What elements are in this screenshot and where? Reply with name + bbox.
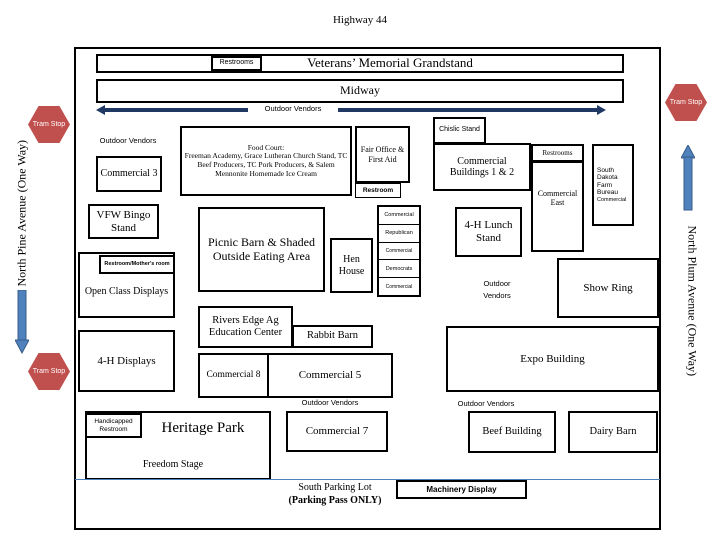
grandstand-restrooms[interactable]: Restrooms xyxy=(211,56,262,71)
parking-divider xyxy=(75,479,660,480)
arrow-down-icon xyxy=(15,290,29,354)
outdoor-vendors-southeast: Outdoor Vendors xyxy=(457,399,515,408)
tram-stop-nw[interactable]: Tram Stop xyxy=(28,106,70,143)
food-court[interactable]: Food Court: Freeman Academy, Grace Luther… xyxy=(180,126,352,196)
sd-farm-bureau[interactable]: South Dakota Farm Bureau Commercial xyxy=(592,144,634,226)
map-title: Highway 44 xyxy=(332,14,388,26)
grandstand[interactable]: Veterans’ Memorial Grandstand xyxy=(96,54,624,73)
outdoor-vendors-top-label: Outdoor Vendors xyxy=(248,104,338,113)
dairy-barn[interactable]: Dairy Barn xyxy=(568,411,658,453)
chislic-stand[interactable]: Chislic Stand xyxy=(433,117,486,144)
north-plum-avenue-label: North Plum Avenue (One Way) xyxy=(685,225,700,377)
outdoor-vendors-arrow xyxy=(96,105,606,115)
commercial-5[interactable]: Commercial 5 xyxy=(267,353,393,398)
commercial-east[interactable]: Commercial East xyxy=(531,161,584,252)
sd-farm-bureau-sub: Commercial xyxy=(597,196,627,203)
booth-commercial-3[interactable]: Commercial xyxy=(379,278,419,295)
booth-commercial-2[interactable]: Commercial xyxy=(379,242,419,260)
arrow-up-icon xyxy=(681,145,695,211)
hen-house[interactable]: Hen House xyxy=(330,238,373,293)
tram-stop-ne[interactable]: Tram Stop xyxy=(665,84,707,121)
expo-building[interactable]: Expo Building xyxy=(446,326,659,392)
handicapped-restroom[interactable]: Handicapped Restroom xyxy=(85,413,142,438)
commercial-3[interactable]: Commercial 3 xyxy=(96,156,162,192)
freedom-stage: Freedom Stage xyxy=(142,459,204,470)
rabbit-barn[interactable]: Rabbit Barn xyxy=(292,325,373,348)
outdoor-vendors-south: Outdoor Vendors xyxy=(301,398,359,407)
vfw-bingo-stand[interactable]: VFW Bingo Stand xyxy=(88,204,159,239)
booth-commercial-1[interactable]: Commercial xyxy=(379,207,419,224)
rivers-edge-ag-center[interactable]: Rivers Edge Ag Education Center xyxy=(198,306,293,348)
sd-farm-bureau-name: South Dakota Farm Bureau xyxy=(597,166,618,197)
midway[interactable]: Midway xyxy=(96,79,624,103)
restroom-mothers-room[interactable]: Restroom/Mother's room xyxy=(99,255,175,274)
food-court-vendors: Freeman Academy, Grace Lutheran Church S… xyxy=(184,151,348,178)
outdoor-vendors-nw: Outdoor Vendors xyxy=(99,136,157,145)
booth-democrats[interactable]: Democrats xyxy=(379,260,419,278)
machinery-display[interactable]: Machinery Display xyxy=(396,480,527,499)
4h-displays[interactable]: 4-H Displays xyxy=(78,330,175,392)
fair-office[interactable]: Fair Office & First Aid xyxy=(355,126,410,183)
restroom-fair-office[interactable]: Restroom xyxy=(355,183,401,198)
booth-stack: Commercial Republican Commercial Democra… xyxy=(377,205,421,297)
parking-pass-note: (Parking Pass ONLY) xyxy=(288,495,382,506)
outdoor-vendors-center: Outdoor Vendors xyxy=(483,279,511,300)
picnic-barn[interactable]: Picnic Barn & Shaded Outside Eating Area xyxy=(198,207,325,292)
commercial-8[interactable]: Commercial 8 xyxy=(198,353,269,398)
show-ring[interactable]: Show Ring xyxy=(557,258,659,318)
restrooms-east[interactable]: Restrooms xyxy=(531,144,584,162)
4h-lunch-stand[interactable]: 4-H Lunch Stand xyxy=(455,207,522,257)
booth-republican[interactable]: Republican xyxy=(379,224,419,242)
heritage-park-label: Heritage Park xyxy=(161,420,245,436)
parking-lot-label: South Parking Lot xyxy=(298,482,372,493)
beef-building[interactable]: Beef Building xyxy=(468,411,556,453)
tram-stop-sw[interactable]: Tram Stop xyxy=(28,353,70,390)
north-pine-avenue-label: North Pine Avenue (One Way) xyxy=(14,139,29,287)
commercial-buildings-1-2[interactable]: Commercial Buildings 1 & 2 xyxy=(433,143,531,191)
commercial-7[interactable]: Commercial 7 xyxy=(286,411,388,452)
grandstand-label: Veterans’ Memorial Grandstand xyxy=(307,55,473,71)
